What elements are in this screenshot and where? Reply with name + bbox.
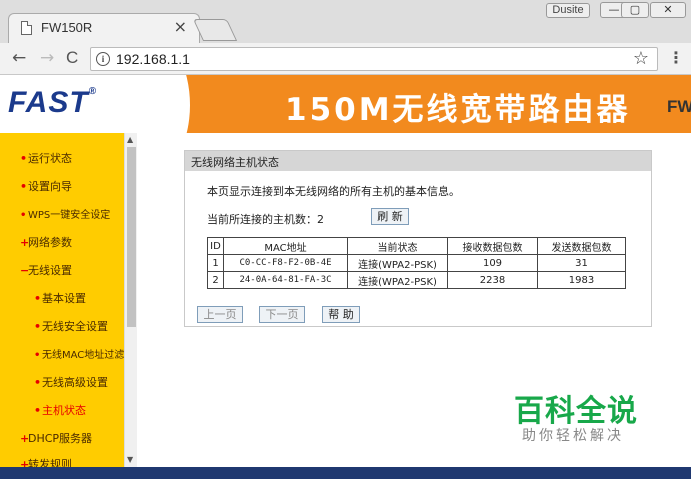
bullet-icon: • — [34, 376, 42, 389]
sidebar-item-wireless[interactable]: −无线设置 — [20, 262, 72, 278]
table-cell: 连接(WPA2-PSK) — [347, 254, 448, 272]
bullet-icon: • — [34, 350, 41, 361]
sidebar-menu: •运行状态 •设置向导 • WPS一键安全设定 +网络参数 −无线设置 •基本设置… — [0, 133, 124, 467]
registered-mark: ® — [88, 86, 98, 97]
table-cell: 24-0A-64-81-FA-3C — [223, 271, 348, 289]
bullet-icon: • — [34, 404, 42, 417]
host-status-panel: 无线网络主机状态 本页显示连接到本无线网络的所有主机的基本信息。 当前所连接的主… — [184, 150, 652, 327]
table-cell: 1983 — [537, 271, 626, 289]
host-table: ID MAC地址 当前状态 接收数据包数 发送数据包数 1 C0-CC-F8-F… — [207, 237, 626, 289]
table-header: ID — [207, 237, 224, 255]
next-page-button[interactable]: 下一页 — [259, 306, 305, 323]
sidebar-item-label: WPS一键安全设定 — [28, 210, 111, 221]
fast-logo: FAST® — [8, 86, 97, 120]
sidebar-item-setup-wizard[interactable]: •设置向导 — [20, 178, 72, 194]
bullet-icon: • — [20, 152, 28, 165]
browser-titlebar: FW150R × Dusite — ▢ ✕ — [0, 0, 691, 43]
browser-tab[interactable]: FW150R × — [8, 13, 200, 43]
browser-menu-icon[interactable]: ⋮ — [668, 47, 684, 69]
sidebar-item-mac-filter[interactable]: • 无线MAC地址过滤 — [34, 346, 124, 361]
sidebar-item-wps[interactable]: • WPS一键安全设定 — [20, 206, 110, 221]
forward-button[interactable]: → — [40, 48, 54, 68]
sidebar-item-label: 主机状态 — [42, 404, 86, 417]
watermark-subtitle: 助你轻松解决 — [522, 428, 624, 444]
panel-title: 无线网络主机状态 — [191, 156, 279, 169]
table-header: MAC地址 — [223, 237, 348, 255]
sidebar-item-wireless-security[interactable]: •无线安全设置 — [34, 318, 108, 334]
table-cell: 2238 — [447, 271, 538, 289]
table-header: 接收数据包数 — [447, 237, 538, 255]
tab-title: FW150R — [41, 20, 93, 35]
expand-icon: + — [20, 236, 30, 249]
maximize-button[interactable]: ▢ — [621, 2, 649, 18]
sidebar-item-wireless-advanced[interactable]: •无线高级设置 — [34, 374, 108, 390]
expand-icon: + — [20, 432, 30, 445]
sidebar-item-label: 无线安全设置 — [42, 320, 108, 333]
sidebar-item-label: 设置向导 — [28, 180, 72, 193]
table-cell: 109 — [447, 254, 538, 272]
back-button[interactable]: ← — [12, 48, 26, 68]
host-count-value: 2 — [317, 213, 324, 226]
sidebar-item-network[interactable]: +网络参数 — [20, 234, 72, 250]
sidebar-item-label: 网络参数 — [28, 236, 72, 249]
panel-header: 无线网络主机状态 — [185, 151, 651, 171]
url-text[interactable]: 192.168.1.1 — [116, 51, 190, 67]
profile-badge[interactable]: Dusite — [546, 3, 590, 18]
sidebar-item-label: 基本设置 — [42, 292, 86, 305]
bookmark-star-icon[interactable]: ☆ — [633, 48, 649, 69]
sidebar-item-dhcp[interactable]: +DHCP服务器 — [20, 430, 92, 446]
browser-toolbar: ← → C i 192.168.1.1 ☆ ⋮ — [0, 43, 691, 75]
table-header: 发送数据包数 — [537, 237, 626, 255]
banner-title: 150M无线宽带路由器 — [285, 92, 631, 128]
table-header-row: ID MAC地址 当前状态 接收数据包数 发送数据包数 — [207, 237, 626, 255]
sidebar-item-label: 运行状态 — [28, 152, 72, 165]
table-cell: 1 — [207, 254, 224, 272]
host-count: 当前所连接的主机数：2 — [207, 211, 324, 227]
logo-area: FAST® — [0, 75, 138, 133]
info-icon[interactable]: i — [96, 52, 110, 66]
table-cell: 31 — [537, 254, 626, 272]
table-row: 1 C0-CC-F8-F2-0B-4E 连接(WPA2-PSK) 109 31 — [207, 254, 626, 272]
sidebar-item-forwarding[interactable]: +转发规则 — [20, 456, 72, 467]
watermark-title: 百科全说 — [514, 394, 638, 429]
collapse-icon: − — [20, 264, 30, 277]
sidebar-item-label: 转发规则 — [28, 458, 72, 467]
logo-text: FAST — [8, 86, 89, 119]
bullet-icon: • — [34, 292, 42, 305]
address-bar[interactable]: i 192.168.1.1 ☆ — [90, 47, 658, 71]
document-icon — [21, 21, 32, 35]
scroll-up-icon[interactable]: ▲ — [127, 135, 133, 144]
sidebar-item-basic-settings[interactable]: •基本设置 — [34, 290, 86, 306]
sidebar-item-running-status[interactable]: •运行状态 — [20, 150, 72, 166]
sidebar-item-label: DHCP服务器 — [28, 432, 93, 445]
sidebar-item-label: 无线MAC地址过滤 — [42, 350, 124, 361]
close-tab-icon[interactable]: × — [174, 17, 187, 36]
bullet-icon: • — [20, 210, 27, 221]
scroll-thumb[interactable] — [127, 147, 136, 327]
reload-button[interactable]: C — [66, 48, 78, 68]
footer-bar — [0, 467, 691, 479]
table-row: 2 24-0A-64-81-FA-3C 连接(WPA2-PSK) 2238 19… — [207, 271, 626, 289]
expand-icon: + — [20, 458, 30, 467]
refresh-button[interactable]: 刷 新 — [371, 208, 409, 225]
bullet-icon: • — [20, 180, 28, 193]
help-button[interactable]: 帮 助 — [322, 306, 360, 323]
table-cell: C0-CC-F8-F2-0B-4E — [223, 254, 348, 272]
sidebar-item-label: 无线高级设置 — [42, 376, 108, 389]
scroll-down-icon[interactable]: ▼ — [127, 455, 133, 464]
banner-model: FW — [667, 97, 691, 116]
panel-description: 本页显示连接到本无线网络的所有主机的基本信息。 — [207, 185, 460, 198]
bullet-icon: • — [34, 320, 42, 333]
host-count-label: 当前所连接的主机数： — [207, 213, 317, 226]
router-banner: FAST® 150M无线宽带路由器 FW — [0, 75, 691, 133]
table-cell: 连接(WPA2-PSK) — [347, 271, 448, 289]
prev-page-button[interactable]: 上一页 — [197, 306, 243, 323]
close-window-button[interactable]: ✕ — [650, 2, 686, 18]
table-header: 当前状态 — [347, 237, 448, 255]
table-cell: 2 — [207, 271, 224, 289]
sidebar-scrollbar[interactable]: ▲ ▼ — [124, 133, 137, 467]
sidebar-item-label: 无线设置 — [28, 264, 72, 277]
sidebar-item-host-status[interactable]: •主机状态 — [34, 402, 86, 418]
